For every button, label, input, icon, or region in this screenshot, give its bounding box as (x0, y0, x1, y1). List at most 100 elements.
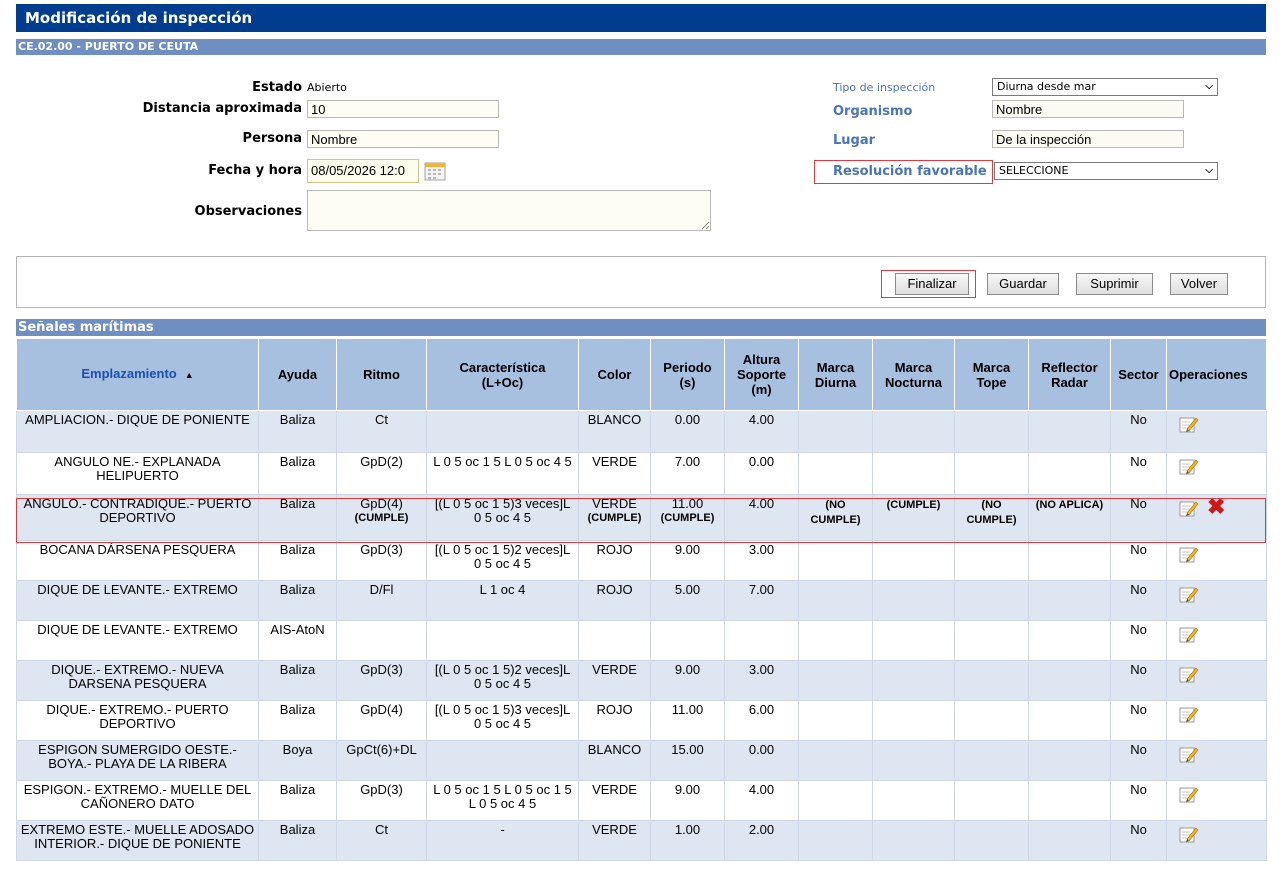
edit-icon[interactable] (1179, 545, 1199, 563)
cell-color: VERDE (578, 452, 651, 495)
estado-label: Estado (252, 80, 302, 95)
cell-caracteristica: - (426, 820, 579, 861)
cell-periodo: 15.00 (650, 740, 725, 781)
cell-marca-tope (954, 780, 1029, 821)
resolucion-label: Resolución favorable (833, 164, 987, 179)
cell-caracteristica: L 0 5 oc 1 5 L 0 5 oc 1 5 L 0 5 oc 4 5 (426, 780, 579, 821)
cell-emplazamiento: DIQUE DE LEVANTE.- EXTREMO (16, 620, 259, 661)
table-row: ANGULO NE.- EXPLANADA HELIPUERTO Baliza Gp… (16, 452, 1267, 495)
cell-altura: 6.00 (724, 700, 799, 741)
cell-color: ROJO (578, 580, 651, 621)
cell-operaciones (1166, 620, 1267, 661)
cell-caracteristica: [(L 0 5 oc 1 5)2 veces]L 0 5 oc 4 5 (426, 660, 579, 701)
resize-grip-icon[interactable] (701, 221, 710, 230)
cell-altura: 4.00 (724, 780, 799, 821)
cell-ayuda: Boya (258, 740, 337, 781)
cell-sector: No (1110, 580, 1167, 621)
cell-marca-nocturna (872, 820, 955, 861)
col-ritmo: Ritmo (336, 338, 427, 411)
resolucion-select[interactable]: SELECCIONE ⌵ (994, 162, 1218, 180)
volver-button[interactable]: Volver (1170, 273, 1228, 295)
table-row: BOCANA DÁRSENA PESQUERA Baliza GpD(3) [(L 0… (16, 540, 1267, 581)
cell-caracteristica: [(L 0 5 oc 1 5)2 veces]L 0 5 oc 4 5 (426, 540, 579, 581)
cell-reflector (1028, 700, 1111, 741)
cell-operaciones (1166, 580, 1267, 621)
cell-emplazamiento: ESPIGON SUMERGIDO OESTE.- BOYA.- PLAYA D… (16, 740, 259, 781)
cell-marca-diurna (798, 452, 873, 495)
chevron-down-icon: ⌵ (1205, 165, 1213, 176)
observaciones-textarea[interactable] (307, 190, 711, 231)
cell-color: BLANCO (578, 410, 651, 453)
finalizar-button[interactable]: Finalizar (895, 273, 969, 295)
cell-periodo: 5.00 (650, 580, 725, 621)
distancia-input[interactable]: 10 (307, 100, 499, 118)
cell-marca-nocturna (872, 660, 955, 701)
edit-icon[interactable] (1179, 785, 1199, 803)
cell-ayuda: Baliza (258, 700, 337, 741)
cell-ayuda: Baliza (258, 540, 337, 581)
cell-periodo: 0.00 (650, 410, 725, 453)
cell-sector: No (1110, 700, 1167, 741)
cell-marca-tope (954, 452, 1029, 495)
cell-ritmo: D/Fl (336, 580, 427, 621)
cell-marca-diurna (798, 540, 873, 581)
lugar-input[interactable]: De la inspección (992, 130, 1184, 148)
cell-emplazamiento: DIQUE DE LEVANTE.- EXTREMO (16, 580, 259, 621)
cell-reflector (1028, 540, 1111, 581)
cell-ayuda: Baliza (258, 780, 337, 821)
persona-input[interactable]: Nombre (307, 130, 499, 148)
cell-marca-nocturna (872, 452, 955, 495)
cell-emplazamiento: ESPIGON.- EXTREMO.- MUELLE DEL CAÑONERO … (16, 780, 259, 821)
cell-color: BLANCO (578, 740, 651, 781)
cell-operaciones (1166, 660, 1267, 701)
cell-operaciones (1166, 700, 1267, 741)
cell-marca-diurna (798, 780, 873, 821)
sort-asc-icon[interactable]: ▲ (185, 370, 194, 380)
edit-icon[interactable] (1179, 825, 1199, 843)
col-ayuda: Ayuda (258, 338, 337, 411)
suprimir-button[interactable]: Suprimir (1076, 273, 1153, 295)
col-emplazamiento[interactable]: Emplazamiento ▲ (16, 338, 259, 411)
col-marca-diurna: Marca Diurna (798, 338, 873, 411)
organismo-input[interactable]: Nombre (992, 100, 1184, 118)
edit-icon[interactable] (1179, 415, 1199, 433)
cell-marca-diurna (798, 660, 873, 701)
cell-sector: No (1110, 410, 1167, 453)
cell-marca-nocturna (872, 540, 955, 581)
cell-ayuda: Baliza (258, 410, 337, 453)
cell-marca-nocturna (872, 780, 955, 821)
chevron-down-icon: ⌵ (1205, 81, 1213, 92)
tipo-select[interactable]: Diurna desde mar ⌵ (992, 78, 1218, 96)
cell-emplazamiento: AMPLIACION.- DIQUE DE PONIENTE (16, 410, 259, 453)
cell-color: VERDE (578, 820, 651, 861)
resolucion-select-value: SELECCIONE (999, 164, 1069, 177)
cell-emplazamiento: DIQUE.- EXTREMO.- NUEVA DARSENA PESQUERA (16, 660, 259, 701)
cell-caracteristica (426, 620, 579, 661)
persona-label: Persona (242, 131, 302, 146)
edit-icon[interactable] (1179, 745, 1199, 763)
cell-sector: No (1110, 740, 1167, 781)
edit-icon[interactable] (1179, 665, 1199, 683)
cell-ayuda: Baliza (258, 580, 337, 621)
lugar-label: Lugar (833, 133, 876, 148)
col-reflector: Reflector Radar (1028, 338, 1111, 411)
col-operaciones: Operaciones (1166, 338, 1267, 411)
observaciones-label: Observaciones (194, 204, 302, 219)
edit-icon[interactable] (1179, 705, 1199, 723)
cell-sector: No (1110, 620, 1167, 661)
edit-icon[interactable] (1179, 585, 1199, 603)
calendar-icon[interactable] (424, 161, 446, 181)
cell-altura: 4.00 (724, 410, 799, 453)
guardar-button[interactable]: Guardar (987, 273, 1059, 295)
cell-emplazamiento: BOCANA DÁRSENA PESQUERA (16, 540, 259, 581)
edit-icon[interactable] (1179, 625, 1199, 643)
cell-ritmo: Ct (336, 820, 427, 861)
table-row: DIQUE.- EXTREMO.- NUEVA DARSENA PESQUERA… (16, 660, 1267, 701)
edit-icon[interactable] (1179, 457, 1199, 475)
cell-sector: No (1110, 780, 1167, 821)
organismo-label: Organismo (833, 104, 913, 119)
table-row: ESPIGON SUMERGIDO OESTE.- BOYA.- PLAYA D… (16, 740, 1267, 781)
fecha-input[interactable]: 08/05/2026 12:0 (307, 159, 419, 183)
cell-marca-tope (954, 410, 1029, 453)
cell-marca-tope (954, 740, 1029, 781)
